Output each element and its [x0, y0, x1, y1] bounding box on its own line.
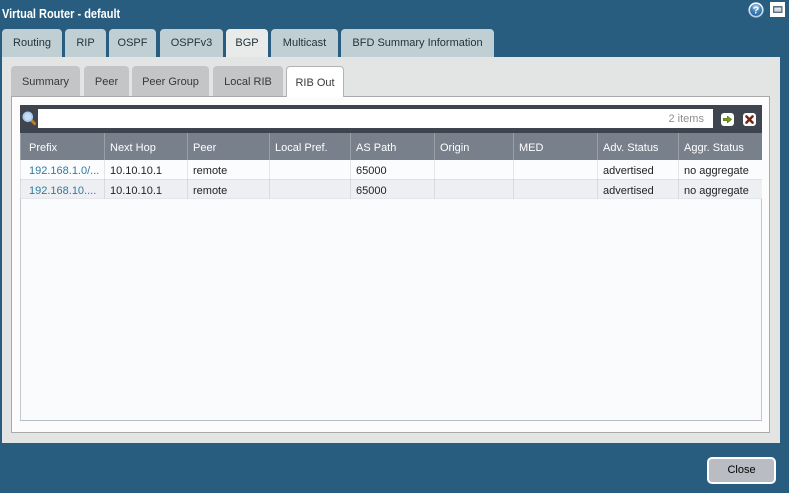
svg-text:?: ?	[753, 5, 759, 17]
